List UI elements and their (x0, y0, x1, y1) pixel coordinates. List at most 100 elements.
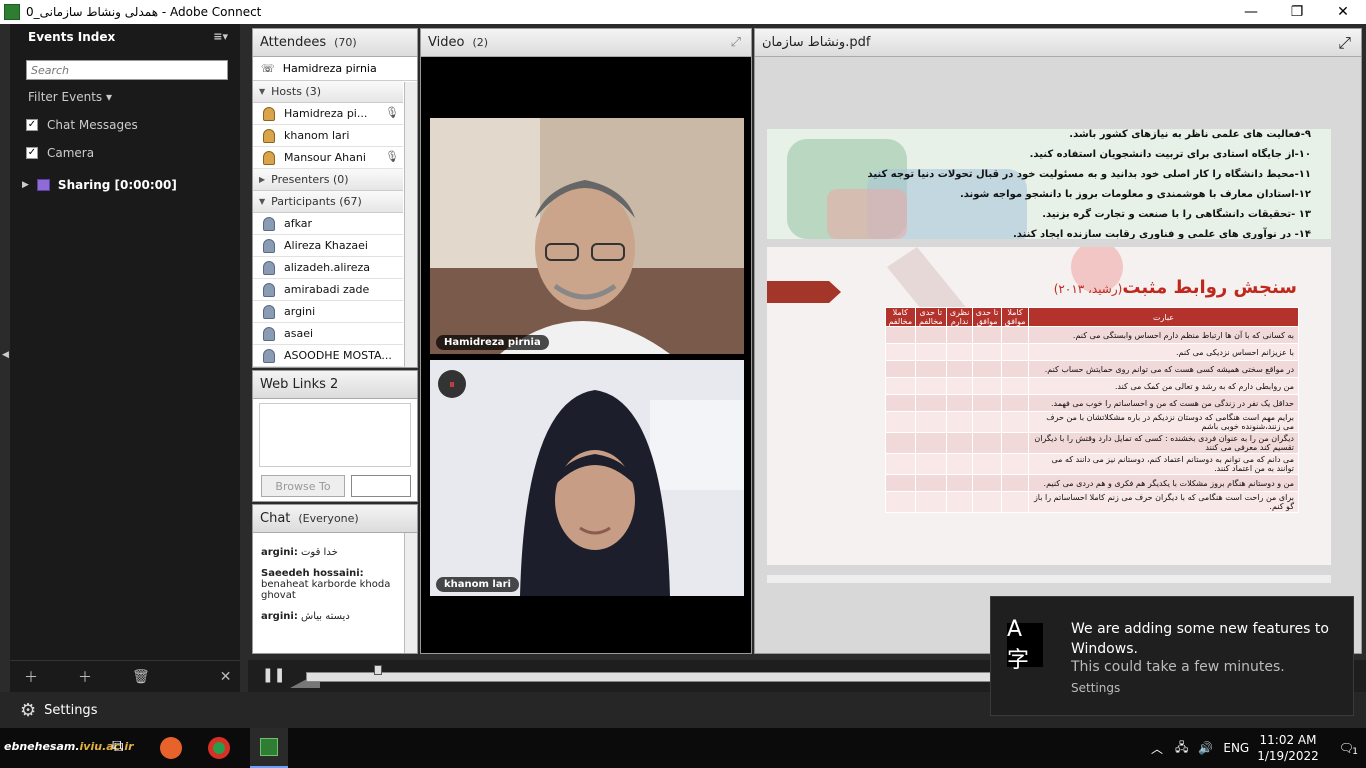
close-button[interactable]: ✕ (1320, 0, 1366, 24)
list-item[interactable]: asaei (253, 323, 403, 345)
chat-sender: argini: (261, 611, 298, 622)
list-item[interactable]: afkar (253, 213, 403, 235)
tools-icon[interactable]: ✕ (220, 669, 232, 685)
filter-events-dropdown[interactable]: Filter Events ▾ (28, 90, 240, 104)
sharing-event[interactable]: ▶ Sharing [0:00:00] (22, 178, 240, 192)
language-indicator[interactable]: ENG (1223, 741, 1249, 755)
chat-text: benaheat karborde khoda ghovat (261, 579, 391, 601)
task-view-icon[interactable]: ⧉ (112, 736, 123, 756)
attendees-header: Attendees (70) (253, 29, 417, 57)
panel-menu-icon[interactable]: ≡▾ (213, 30, 228, 43)
add-filter-icon[interactable]: ＋ (24, 667, 38, 687)
playback-timeline[interactable] (306, 672, 1046, 682)
video-count: (2) (472, 36, 489, 49)
participants-group[interactable]: ▼ Participants (67) (253, 191, 403, 213)
hosts-group[interactable]: ▼ Hosts (3) (253, 81, 403, 103)
events-index-title: Events Index (28, 30, 116, 44)
table-header-cell: کاملا موافق (1001, 307, 1029, 327)
user-icon (263, 216, 275, 231)
web-links-list[interactable] (259, 403, 411, 467)
windows-notification[interactable]: A字 We are adding some new features to Wi… (990, 596, 1354, 716)
clock[interactable]: 11:02 AM 1/19/2022 (1257, 732, 1319, 764)
system-tray: ︿ 🖧 🔊 ENG 11:02 AM 1/19/2022 🗨 1 (1151, 728, 1366, 768)
video-paused-icon[interactable]: ⏸ (438, 370, 466, 398)
collapse-triangle-icon[interactable]: ▼ (259, 87, 265, 96)
minimize-button[interactable]: — (1228, 0, 1274, 24)
presenters-group[interactable]: ▶ Presenters (0) (253, 169, 403, 191)
notification-count: 1 (1352, 747, 1358, 757)
settings-button[interactable]: ⚙ Settings (20, 700, 97, 721)
list-item[interactable]: ASOODHE MOSTA... (253, 345, 403, 367)
host-user-icon (263, 150, 275, 165)
list-item[interactable]: argini (253, 301, 403, 323)
camera-checkbox[interactable]: ✓ Camera (26, 146, 240, 160)
list-item[interactable]: Mansour Ahani 🎙 (253, 147, 403, 169)
collapse-panel-icon[interactable]: ◀ (2, 350, 9, 360)
fullscreen-icon[interactable]: ⤢ (731, 35, 741, 50)
adobe-connect-taskbar-icon[interactable] (250, 728, 288, 768)
network-icon[interactable]: 🖧 (1175, 738, 1188, 759)
notification-settings-link[interactable]: Settings (1071, 681, 1120, 695)
table-row: حداقل یک نفر در زندگی من هست که من و احس… (885, 394, 1299, 412)
adobe-connect-icon (4, 4, 20, 20)
slide-line: ۱۴- در نوآوری های علمی و فناوری رقابت سا… (1013, 229, 1311, 239)
list-item[interactable]: khanom lari (253, 125, 403, 147)
language-icon: A字 (1007, 617, 1043, 673)
pause-button[interactable]: ❚❚ (262, 667, 285, 683)
attendee-name: amirabadi zade (284, 283, 370, 296)
chat-scrollbar[interactable] (404, 533, 417, 653)
chrome-icon[interactable] (208, 737, 230, 759)
gear-icon: ⚙ (20, 700, 37, 721)
chevron-up-icon[interactable]: ︿ (1151, 740, 1163, 757)
slide-page-1: ۹-فعالیت های علمی ناظر به نیازهای کشور ب… (767, 129, 1331, 239)
trash-icon[interactable]: 🗑 (132, 669, 150, 685)
chat-message: Saeedeh hossaini: benaheat karborde khoda… (253, 566, 403, 603)
restore-button[interactable]: ❐ (1274, 0, 1320, 24)
expand-triangle-icon[interactable]: ▶ (22, 180, 29, 190)
web-link-select[interactable] (351, 475, 411, 497)
browse-to-button[interactable]: Browse To (261, 475, 345, 497)
web-links-pod: Web Links 2 Browse To (252, 370, 418, 502)
list-item[interactable]: amirabadi zade (253, 279, 403, 301)
collapse-triangle-icon[interactable]: ▼ (259, 197, 265, 206)
chat-sender: argini: (261, 547, 298, 558)
add-bookmark-icon[interactable]: ＋ (78, 667, 92, 687)
list-item[interactable]: alizadeh.alireza (253, 257, 403, 279)
chat-text: دیسته بیاش (301, 611, 350, 622)
volume-icon[interactable]: 🔊 (1198, 741, 1213, 755)
list-item[interactable]: Alireza Khazaei (253, 235, 403, 257)
fullscreen-icon[interactable]: ⤢ (1338, 33, 1351, 53)
table-header-cell: نظری ندارم (946, 307, 974, 327)
chat-header: Chat (Everyone) (253, 505, 417, 533)
playback-scrubber[interactable] (374, 665, 382, 675)
sharing-icon (36, 179, 50, 191)
table-cell: با عزیزانم احساس نزدیکی می کنم. (1028, 343, 1299, 361)
current-user: ☏ Hamidreza pirnia (253, 57, 417, 81)
list-item[interactable]: Hamidreza pi... 🎙 (253, 103, 403, 125)
web-links-controls: Browse To (261, 475, 411, 497)
user-icon (263, 282, 275, 297)
participants-label: Participants (67) (271, 195, 362, 208)
table-cell: در مواقع سختی همیشه کسی هست که می توانم … (1028, 360, 1299, 378)
chat-messages-checkbox[interactable]: ✓ Chat Messages (26, 118, 240, 132)
firefox-icon[interactable] (160, 737, 182, 759)
table-cell: من و دوستانم هنگام بروز مشکلات با یکدیگر… (1028, 474, 1299, 492)
attendees-pod: Attendees (70) ☏ Hamidreza pirnia ▼ Hosts (… (252, 28, 418, 368)
clock-date: 1/19/2022 (1257, 749, 1319, 763)
table-row: من و دوستانم هنگام بروز مشکلات با یکدیگر… (885, 474, 1299, 492)
slide-page-2: سنجش روابط مثبت(رشید، ۲۰۱۳) عبارت کاملا … (767, 247, 1331, 565)
attendees-scrollbar[interactable] (404, 82, 417, 367)
table-row: برای من راحت است هنگامی که با دیگران حرف… (885, 491, 1299, 513)
expand-triangle-icon[interactable]: ▶ (259, 175, 265, 184)
slide-line: ۱۰-از جایگاه استادی برای تربیت دانشجویان… (1029, 149, 1311, 160)
attendee-name: Mansour Ahani (284, 151, 366, 164)
notification-center-icon[interactable]: 🗨 1 (1339, 741, 1358, 757)
attendee-name: argini (284, 305, 316, 318)
video-tile-khanom-lari[interactable]: ⏸ khanom lari (430, 360, 744, 596)
windows-taskbar: ebnehesam.iviu.ac.ir ⧉ ︿ 🖧 🔊 ENG 11:02 A… (0, 728, 1366, 768)
search-input[interactable]: Search (26, 60, 228, 80)
checkbox-icon: ✓ (26, 119, 38, 131)
video-tile-hamidreza[interactable]: Hamidreza pirnia (430, 118, 744, 354)
table-cell: به کسانی که با آن ها ارتباط منظم دارم اح… (1028, 326, 1299, 344)
checkbox-icon: ✓ (26, 147, 38, 159)
